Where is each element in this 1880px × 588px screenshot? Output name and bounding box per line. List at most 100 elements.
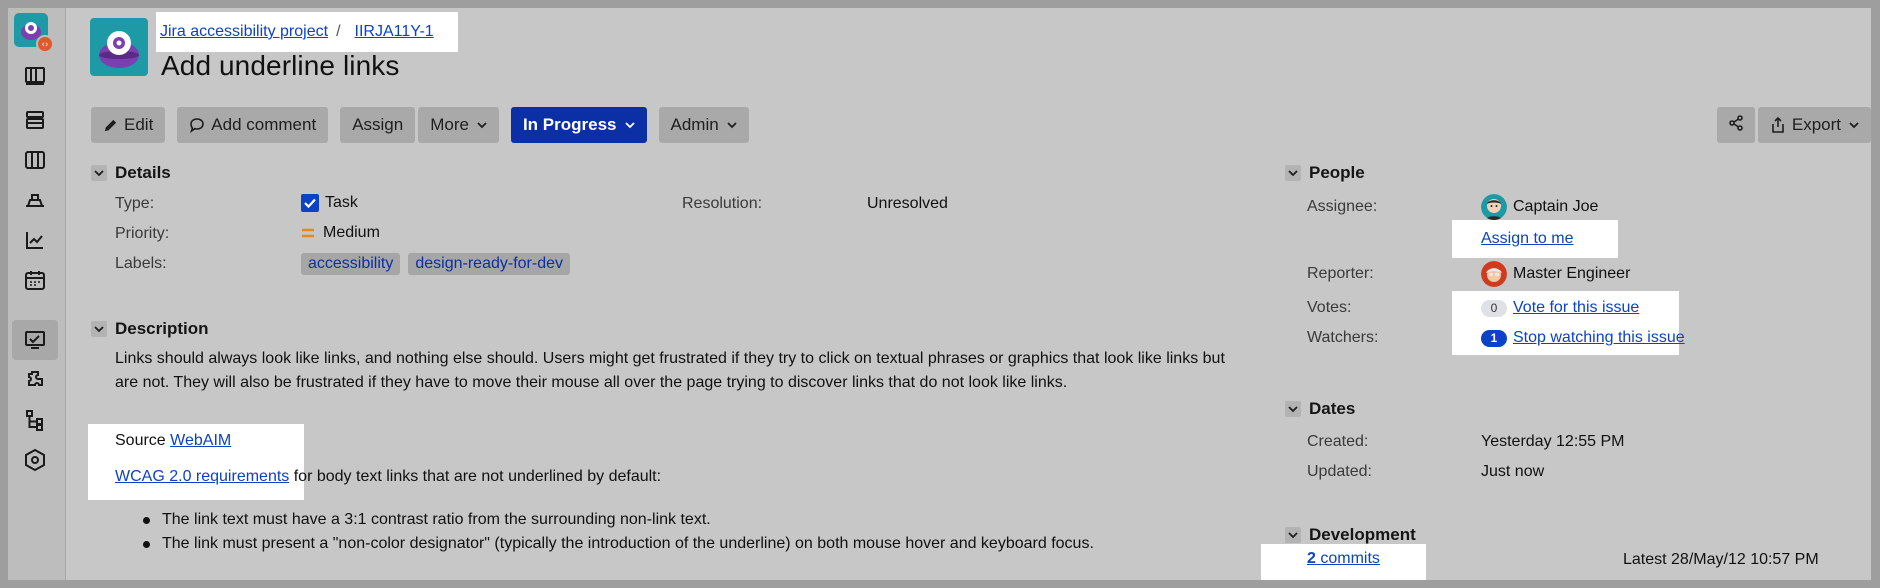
export-label: Export bbox=[1791, 115, 1841, 134]
priority-value: Medium bbox=[301, 224, 380, 242]
reporter-value[interactable]: Master Engineer bbox=[1481, 261, 1630, 287]
addon-puzzle-icon[interactable] bbox=[21, 366, 49, 394]
source-line: Source WebAIM bbox=[115, 432, 231, 450]
sidebar-rail: ‹› bbox=[8, 8, 66, 580]
description-paragraph: Links should always look like links, and… bbox=[115, 350, 1225, 391]
reports-icon[interactable] bbox=[21, 226, 49, 254]
project-avatar bbox=[90, 18, 148, 76]
updated-label: Updated: bbox=[1307, 463, 1372, 480]
type-label: Type: bbox=[115, 195, 155, 212]
assignee-label: Assignee: bbox=[1307, 198, 1378, 215]
board-icon[interactable] bbox=[21, 62, 49, 90]
admin-button[interactable]: Admin bbox=[658, 107, 749, 143]
more-label: More bbox=[430, 115, 469, 134]
priority-value-text: Medium bbox=[323, 224, 380, 241]
wcag-link[interactable]: WCAG 2.0 requirements bbox=[115, 468, 289, 485]
status-label: In Progress bbox=[522, 115, 617, 134]
list-item: The link must present a "non-color desig… bbox=[143, 532, 1094, 556]
breadcrumb-project-link[interactable]: Jira accessibility project bbox=[160, 23, 328, 41]
requirements-list: The link text must have a 3:1 contrast r… bbox=[143, 508, 1094, 556]
columns-icon[interactable] bbox=[21, 146, 49, 174]
votes-value: 0 Vote for this issue bbox=[1481, 299, 1639, 317]
ship-icon[interactable] bbox=[21, 186, 49, 214]
list-item: The link text must have a 3:1 contrast r… bbox=[143, 508, 1094, 532]
reporter-avatar bbox=[1481, 261, 1507, 287]
admin-label: Admin bbox=[670, 115, 719, 134]
reporter-label: Reporter: bbox=[1307, 265, 1374, 282]
settings-hex-icon[interactable] bbox=[21, 446, 49, 474]
development-heading: Development bbox=[1309, 525, 1416, 544]
export-button[interactable]: Export bbox=[1757, 107, 1871, 143]
calendar-icon[interactable] bbox=[21, 266, 49, 294]
assignee-value[interactable]: Captain Joe bbox=[1481, 194, 1598, 220]
wcag-suffix: for body text links that are not underli… bbox=[293, 468, 662, 485]
resolution-value: Unresolved bbox=[867, 195, 948, 212]
breadcrumb-issue-link[interactable]: IIRJA11Y-1 bbox=[355, 23, 434, 41]
details-section-toggle[interactable]: Details bbox=[91, 163, 171, 183]
svg-text:‹›: ‹› bbox=[41, 40, 48, 50]
watchers-count-badge: 1 bbox=[1481, 329, 1507, 347]
priority-medium-icon bbox=[301, 227, 315, 239]
assignee-name: Captain Joe bbox=[1513, 198, 1599, 215]
edit-button[interactable]: Edit bbox=[91, 107, 166, 143]
share-button[interactable] bbox=[1716, 107, 1755, 143]
edit-label: Edit bbox=[124, 115, 154, 134]
chevron-down-icon bbox=[1285, 165, 1301, 181]
resolution-label: Resolution: bbox=[682, 195, 763, 212]
status-button[interactable]: In Progress bbox=[510, 107, 647, 143]
chevron-down-icon bbox=[624, 121, 635, 129]
backlog-icon[interactable] bbox=[21, 106, 49, 134]
comment-icon bbox=[189, 117, 205, 133]
labels-label: Labels: bbox=[115, 255, 167, 272]
add-comment-button[interactable]: Add comment bbox=[177, 107, 329, 143]
description-heading: Description bbox=[115, 319, 209, 338]
vote-link[interactable]: Vote for this issue bbox=[1513, 299, 1639, 317]
breadcrumb: Jira accessibility project / IIRJA11Y-1 bbox=[156, 12, 458, 52]
type-value-text: Task bbox=[325, 194, 358, 211]
development-section-toggle[interactable]: Development bbox=[1285, 525, 1416, 545]
details-heading: Details bbox=[115, 163, 171, 182]
webaim-link[interactable]: WebAIM bbox=[170, 432, 231, 449]
type-value: Task bbox=[301, 194, 358, 212]
assign-to-me-link[interactable]: Assign to me bbox=[1481, 230, 1573, 248]
commits-word: commits bbox=[1320, 550, 1380, 567]
share-icon bbox=[1727, 114, 1745, 137]
right-toolbar: Export bbox=[1716, 107, 1871, 143]
commits-link[interactable]: 2 commits bbox=[1307, 550, 1380, 568]
label-tag[interactable]: accessibility bbox=[301, 253, 401, 275]
chevron-down-icon bbox=[1849, 121, 1859, 129]
app-logo-icon[interactable]: ‹› bbox=[14, 13, 54, 53]
assign-button[interactable]: Assign bbox=[340, 107, 416, 143]
issue-toolbar: Edit Add comment Assign More In Progress… bbox=[91, 107, 761, 143]
updated-value: Just now bbox=[1481, 463, 1545, 480]
chevron-down-icon bbox=[477, 121, 487, 129]
hierarchy-icon[interactable] bbox=[21, 406, 49, 434]
chevron-down-icon bbox=[1285, 527, 1301, 543]
commits-count: 2 bbox=[1307, 550, 1316, 567]
pencil-icon bbox=[103, 118, 118, 133]
chevron-down-icon bbox=[91, 321, 107, 337]
dates-heading: Dates bbox=[1309, 399, 1356, 418]
stop-watching-link[interactable]: Stop watching this issue bbox=[1513, 329, 1685, 347]
reporter-name: Master Engineer bbox=[1513, 265, 1631, 282]
priority-label: Priority: bbox=[115, 225, 170, 242]
created-label: Created: bbox=[1307, 433, 1369, 450]
people-section-toggle[interactable]: People bbox=[1285, 163, 1365, 183]
more-button[interactable]: More bbox=[418, 107, 499, 143]
dates-section-toggle[interactable]: Dates bbox=[1285, 399, 1355, 419]
people-heading: People bbox=[1309, 163, 1365, 182]
issue-view: Jira accessibility project / IIRJA11Y-1 … bbox=[66, 8, 1871, 580]
votes-count-badge: 0 bbox=[1481, 299, 1507, 317]
chevron-down-icon bbox=[1285, 401, 1301, 417]
breadcrumb-separator: / bbox=[336, 23, 341, 40]
issues-icon[interactable] bbox=[12, 320, 58, 360]
watchers-value: 1 Stop watching this issue bbox=[1481, 329, 1685, 347]
export-icon bbox=[1770, 116, 1786, 134]
latest-commit-date: Latest 28/May/12 10:57 PM bbox=[1623, 551, 1819, 568]
description-section-toggle[interactable]: Description bbox=[91, 319, 209, 339]
created-value: Yesterday 12:55 PM bbox=[1481, 433, 1625, 450]
chevron-down-icon bbox=[91, 165, 107, 181]
wcag-line: WCAG 2.0 requirements for body text link… bbox=[115, 468, 661, 486]
label-tag[interactable]: design-ready-for-dev bbox=[408, 253, 570, 275]
task-icon bbox=[301, 194, 319, 212]
